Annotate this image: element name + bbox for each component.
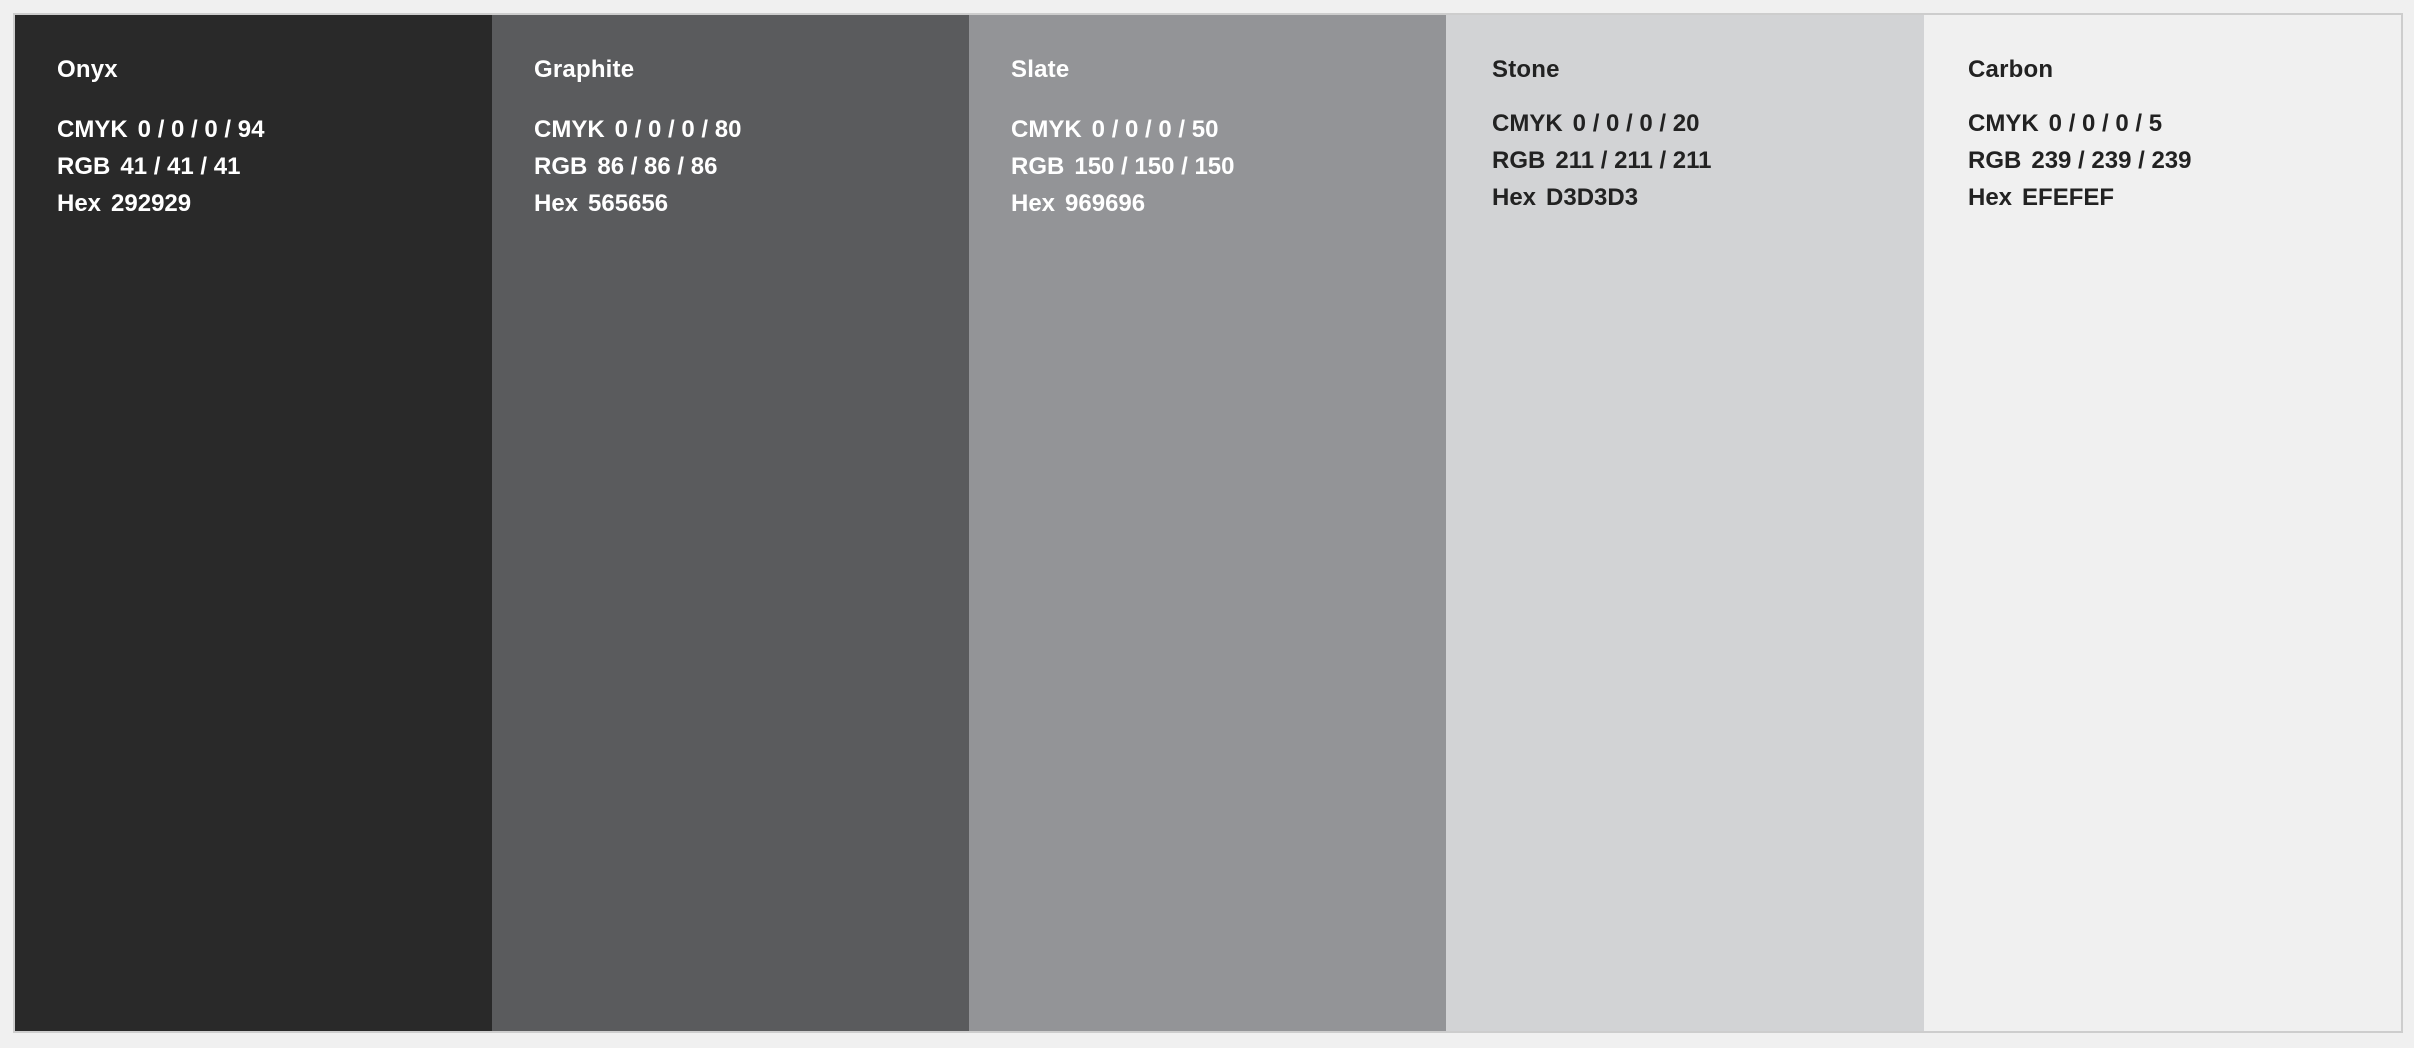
hex-value: 292929 [111, 190, 192, 217]
rgb-value: 86 / 86 / 86 [597, 153, 718, 180]
hex-value: D3D3D3 [1546, 184, 1639, 211]
swatch-stone: Stone CMYK 0 / 0 / 0 / 20 RGB 211 / 211 / … [1446, 15, 1924, 1031]
cmyk-row: CMYK 0 / 0 / 0 / 80 [534, 111, 741, 148]
rgb-row: RGB 150 / 150 / 150 [1011, 148, 1234, 185]
swatch-onyx: Onyx CMYK 0 / 0 / 0 / 94 RGB 41 / 41 / 41 … [15, 15, 492, 1031]
swatch-name: Graphite [534, 56, 635, 83]
swatch-name: Slate [1011, 56, 1070, 83]
cmyk-label: CMYK [57, 116, 128, 143]
hex-label: Hex [1492, 184, 1537, 211]
hex-value: 565656 [588, 190, 669, 217]
cmyk-row: CMYK 0 / 0 / 0 / 5 [1968, 105, 2191, 142]
cmyk-value: 0 / 0 / 0 / 5 [2048, 110, 2163, 137]
swatch-graphite: Graphite CMYK 0 / 0 / 0 / 80 RGB 86 / 86 /… [492, 15, 969, 1031]
cmyk-label: CMYK [534, 116, 605, 143]
hex-label: Hex [1011, 190, 1056, 217]
hex-row: Hex EFEFEF [1968, 179, 2191, 216]
hex-label: Hex [534, 190, 579, 217]
cmyk-row: CMYK 0 / 0 / 0 / 50 [1011, 111, 1234, 148]
hex-row: Hex 565656 [534, 185, 741, 222]
cmyk-label: CMYK [1492, 110, 1563, 137]
hex-label: Hex [57, 190, 102, 217]
cmyk-row: CMYK 0 / 0 / 0 / 94 [57, 111, 264, 148]
swatch-specs: CMYK 0 / 0 / 0 / 50 RGB 150 / 150 / 150 He… [1011, 111, 1234, 222]
rgb-value: 41 / 41 / 41 [120, 153, 241, 180]
rgb-label: RGB [534, 153, 588, 180]
swatch-specs: CMYK 0 / 0 / 0 / 20 RGB 211 / 211 / 211 He… [1492, 105, 1712, 216]
hex-value: EFEFEF [2022, 184, 2115, 211]
swatch-name: Carbon [1968, 56, 2054, 83]
hex-row: Hex 969696 [1011, 185, 1234, 222]
cmyk-value: 0 / 0 / 0 / 50 [1091, 116, 1219, 143]
hex-label: Hex [1968, 184, 2013, 211]
swatch-slate: Slate CMYK 0 / 0 / 0 / 50 RGB 150 / 150 / … [969, 15, 1446, 1031]
rgb-value: 239 / 239 / 239 [2031, 147, 2192, 174]
color-palette: Onyx CMYK 0 / 0 / 0 / 94 RGB 41 / 41 / 41 … [13, 13, 2403, 1033]
rgb-label: RGB [1968, 147, 2022, 174]
swatch-name: Stone [1492, 56, 1560, 83]
hex-value: 969696 [1065, 190, 1146, 217]
hex-row: Hex 292929 [57, 185, 264, 222]
swatch-carbon: Carbon CMYK 0 / 0 / 0 / 5 RGB 239 / 239 / … [1924, 15, 2401, 1031]
hex-row: Hex D3D3D3 [1492, 179, 1712, 216]
rgb-label: RGB [1492, 147, 1546, 174]
rgb-label: RGB [57, 153, 111, 180]
rgb-label: RGB [1011, 153, 1065, 180]
rgb-value: 211 / 211 / 211 [1555, 147, 1712, 174]
rgb-row: RGB 41 / 41 / 41 [57, 148, 264, 185]
cmyk-label: CMYK [1011, 116, 1082, 143]
rgb-row: RGB 239 / 239 / 239 [1968, 142, 2191, 179]
swatch-specs: CMYK 0 / 0 / 0 / 80 RGB 86 / 86 / 86 Hex 56… [534, 111, 741, 222]
rgb-value: 150 / 150 / 150 [1074, 153, 1235, 180]
cmyk-value: 0 / 0 / 0 / 80 [614, 116, 742, 143]
cmyk-label: CMYK [1968, 110, 2039, 137]
swatch-specs: CMYK 0 / 0 / 0 / 5 RGB 239 / 239 / 239 Hex… [1968, 105, 2191, 216]
cmyk-value: 0 / 0 / 0 / 20 [1572, 110, 1700, 137]
swatch-name: Onyx [57, 56, 118, 83]
rgb-row: RGB 211 / 211 / 211 [1492, 142, 1712, 179]
cmyk-row: CMYK 0 / 0 / 0 / 20 [1492, 105, 1712, 142]
cmyk-value: 0 / 0 / 0 / 94 [137, 116, 265, 143]
swatch-specs: CMYK 0 / 0 / 0 / 94 RGB 41 / 41 / 41 Hex 29… [57, 111, 264, 222]
rgb-row: RGB 86 / 86 / 86 [534, 148, 741, 185]
